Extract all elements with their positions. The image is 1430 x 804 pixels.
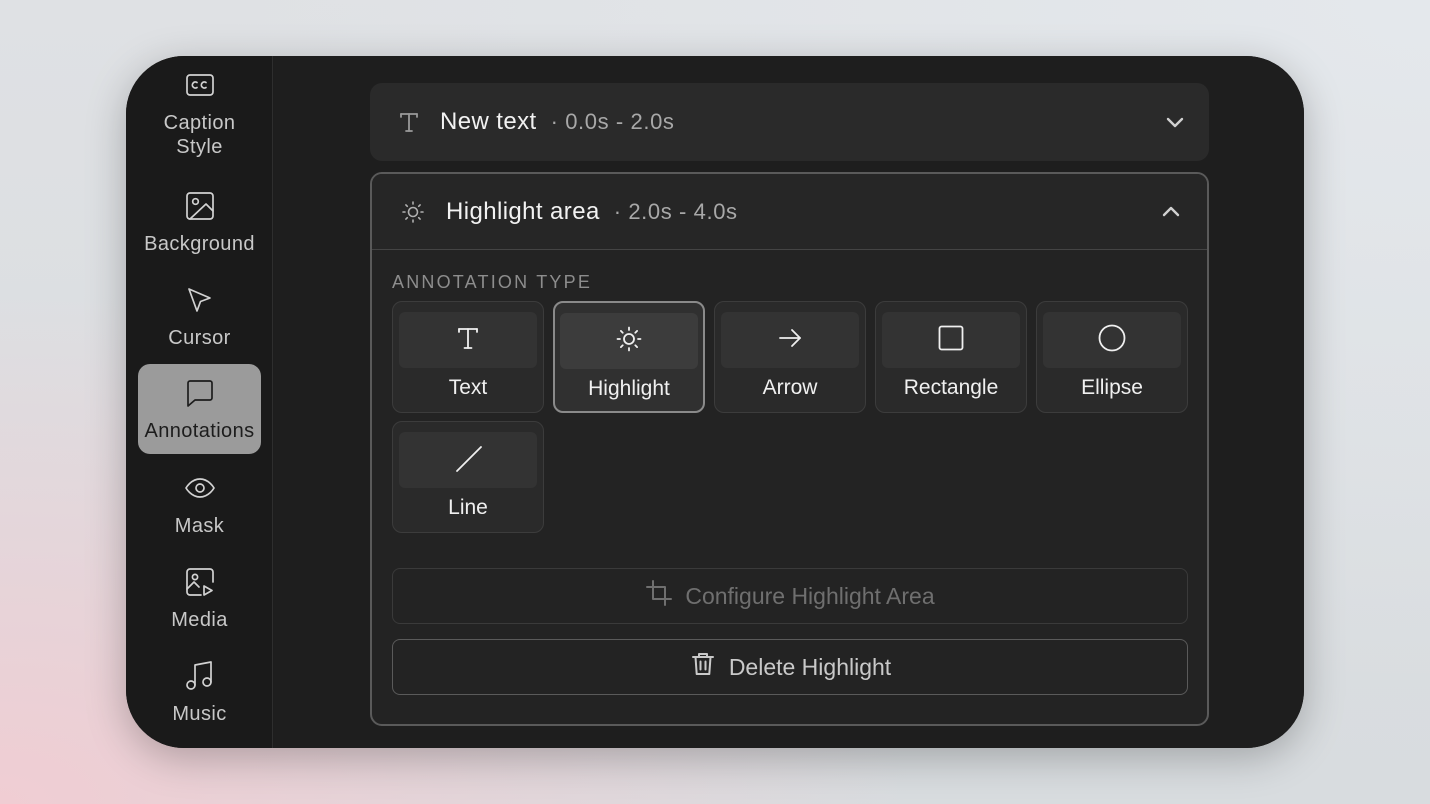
message-icon — [183, 376, 217, 415]
annotation-time-range: · 0.0s - 2.0s — [550, 109, 675, 134]
annotation-item-expanded: Highlight area · 2.0s - 4.0s ANNOTATION … — [370, 172, 1209, 726]
type-rectangle-button[interactable]: Rectangle — [875, 301, 1027, 413]
type-arrow-button[interactable]: Arrow — [714, 301, 866, 413]
type-label: Text — [448, 376, 488, 399]
type-highlight-button[interactable]: Highlight — [553, 301, 705, 413]
sidebar-item-label: Background — [144, 232, 255, 255]
sidebar-item-annotations[interactable]: Annotations — [138, 364, 261, 454]
sidebar-item-label: Music — [172, 702, 227, 725]
trash-icon — [689, 650, 729, 684]
sidebar-item-mask[interactable]: Mask — [138, 459, 261, 549]
text-icon — [453, 323, 483, 358]
annotation-item-collapsed[interactable]: New text · 0.0s - 2.0s — [370, 83, 1209, 161]
type-text-button[interactable]: Text — [392, 301, 544, 413]
media-icon — [183, 565, 217, 604]
icon-well — [882, 312, 1020, 368]
music-icon — [183, 659, 217, 698]
type-line-button[interactable]: Line — [392, 421, 544, 533]
type-label: Rectangle — [903, 376, 999, 399]
type-ellipse-button[interactable]: Ellipse — [1036, 301, 1188, 413]
sidebar-item-cursor[interactable]: Cursor — [138, 271, 261, 361]
configure-label: Configure Highlight Area — [685, 582, 935, 609]
app-window: Caption Style Background Cursor Annotati… — [126, 56, 1304, 748]
square-icon — [936, 323, 966, 358]
circle-icon — [1097, 323, 1127, 358]
type-label: Arrow — [762, 376, 818, 399]
icon-well — [399, 312, 537, 368]
annotation-type-label: ANNOTATION TYPE — [392, 272, 593, 292]
sidebar-item-label: Mask — [174, 514, 225, 537]
arrow-right-icon — [775, 323, 805, 358]
icon-well — [560, 313, 698, 369]
sidebar-item-music[interactable]: Music — [138, 647, 261, 737]
annotations-panel: New text · 0.0s - 2.0s Highlight area · … — [274, 56, 1304, 748]
image-icon — [183, 189, 217, 228]
delete-highlight-button[interactable]: Delete Highlight — [392, 639, 1188, 695]
sidebar-item-label: Annotations — [144, 419, 255, 442]
sun-icon — [614, 324, 644, 359]
icon-well — [399, 432, 537, 488]
eye-icon — [183, 471, 217, 510]
delete-label: Delete Highlight — [728, 653, 892, 680]
sidebar-item-background[interactable]: Background — [138, 177, 261, 267]
icon-well — [1043, 312, 1181, 368]
sun-icon — [400, 199, 426, 225]
type-label: Ellipse — [1081, 376, 1143, 399]
configure-highlight-area-button[interactable]: Configure Highlight Area — [392, 568, 1188, 624]
annotation-title: New text — [440, 108, 537, 135]
sidebar: Caption Style Background Cursor Annotati… — [126, 56, 273, 748]
sidebar-item-label: Media — [171, 608, 228, 631]
sidebar-item-label: Caption Style — [163, 111, 236, 158]
icon-well — [721, 312, 859, 368]
type-label: Line — [448, 496, 488, 519]
annotation-header[interactable]: Highlight area · 2.0s - 4.0s — [372, 174, 1207, 250]
type-label: Highlight — [588, 377, 670, 400]
text-icon — [396, 109, 422, 135]
crop-icon — [645, 579, 685, 613]
cursor-icon — [183, 283, 217, 322]
line-icon — [453, 443, 483, 478]
annotation-title: Highlight area — [446, 197, 600, 225]
annotation-time-range: · 2.0s - 4.0s — [613, 198, 738, 224]
sidebar-item-media[interactable]: Media — [138, 553, 261, 643]
sidebar-item-caption-style[interactable]: Caption Style — [138, 68, 261, 158]
cc-icon — [183, 68, 217, 107]
sidebar-item-label: Cursor — [168, 326, 231, 349]
